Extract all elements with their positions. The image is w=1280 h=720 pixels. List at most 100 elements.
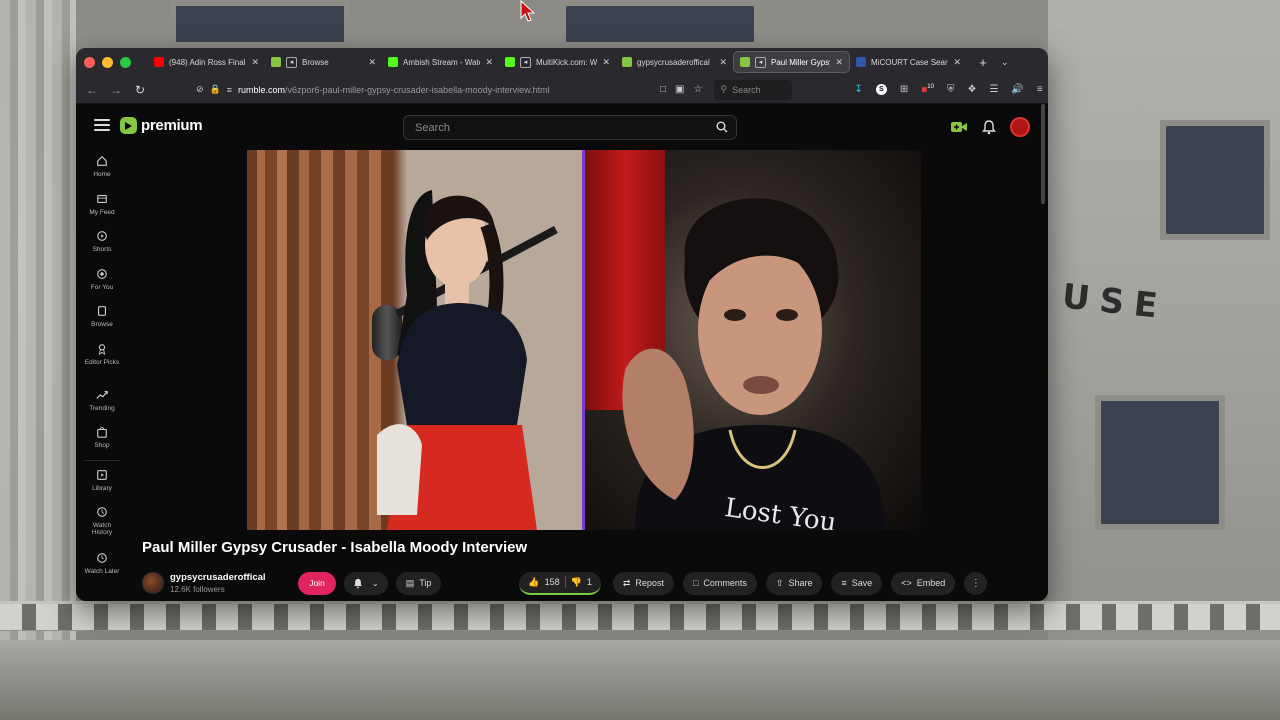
rumble-play-icon <box>120 117 137 134</box>
sliders-icon[interactable]: ☰ <box>989 84 998 95</box>
hamburger-menu-icon[interactable] <box>94 119 110 131</box>
history-icon <box>97 507 107 517</box>
close-tab-icon[interactable]: ✕ <box>602 57 610 68</box>
channel-name[interactable]: gypsycrusaderoffical <box>170 572 298 583</box>
thumbs-up-icon[interactable]: 👍 <box>528 577 539 588</box>
rumble-search-input[interactable]: Search <box>403 115 737 140</box>
video-right-frame: Lost You <box>585 150 921 530</box>
editor-picks-icon <box>98 343 106 355</box>
back-button[interactable]: ← <box>80 83 104 97</box>
multikick-icon <box>505 57 515 67</box>
close-tab-icon[interactable]: ✕ <box>835 57 843 68</box>
sidebar-item-my-feed[interactable]: My Feed <box>76 187 128 225</box>
menu-icon[interactable]: ≡ <box>1037 84 1043 95</box>
tip-button[interactable]: ▤ Tip <box>395 571 442 595</box>
thumbs-down-icon[interactable]: 👎 <box>571 577 582 588</box>
browser-tab[interactable]: MiCOURT Case Search ✕ <box>850 51 967 73</box>
speaker-icon[interactable]: 🔊 <box>1011 84 1023 95</box>
user-avatar[interactable] <box>1010 117 1030 137</box>
lock-icon[interactable]: 🔒 <box>210 84 221 95</box>
minimize-window-button[interactable] <box>102 56 113 68</box>
sidebar-item-editor-picks[interactable]: Editor Picks <box>76 337 128 383</box>
embed-button[interactable]: <> Embed <box>891 571 956 595</box>
dislike-count: 1 <box>586 577 592 587</box>
close-tab-icon[interactable]: ✕ <box>485 57 493 68</box>
sidebar-item-library[interactable]: Library <box>76 463 128 501</box>
maximize-window-button[interactable] <box>120 56 131 68</box>
browser-tab[interactable]: (948) Adin Ross Finall ✕ <box>148 51 265 73</box>
sidebar-item-watch-history[interactable]: Watch History <box>76 500 128 546</box>
tab-speaker-icon[interactable]: ◂ <box>286 56 297 68</box>
browser-tab[interactable]: ◂ MultiKick.com: Wa ✕ <box>499 51 616 73</box>
extensions-puzzle-icon[interactable]: ❖ <box>967 84 976 95</box>
browser-tab[interactable]: Ambish Stream - Watc ✕ <box>382 51 499 73</box>
tab-list-chevron-icon[interactable]: ⌄ <box>1001 57 1009 68</box>
new-tab-button[interactable]: + <box>973 55 993 70</box>
sidebar-item-shorts[interactable]: Shorts <box>76 224 128 262</box>
browser-search-input[interactable]: ⚲ Search <box>714 79 793 100</box>
extension-s-icon[interactable]: S <box>875 83 887 95</box>
close-tab-icon[interactable]: ✕ <box>719 57 727 68</box>
sidebar-item-label: Trending <box>89 404 115 412</box>
sidebar-item-browse[interactable]: Browse <box>76 299 128 337</box>
search-icon[interactable] <box>716 121 728 133</box>
notify-button[interactable]: ⌄ <box>344 571 388 595</box>
sidebar-item-trending[interactable]: Trending <box>76 383 128 421</box>
rumble-icon <box>622 57 632 67</box>
sidebar-item-for-you[interactable]: For You <box>76 262 128 300</box>
share-label: Share <box>788 578 813 588</box>
reader-view-icon[interactable]: □ <box>660 84 666 95</box>
sidebar-item-label: My Feed <box>89 208 115 216</box>
sidebar-item-label: For You <box>90 283 114 291</box>
repost-button[interactable]: ⇄ Repost <box>612 571 674 595</box>
download-icon[interactable]: ↧ <box>854 84 862 95</box>
reload-button[interactable]: ↻ <box>128 83 152 97</box>
save-playlist-icon: ≡ <box>841 578 847 588</box>
window-controls <box>76 56 148 68</box>
rumble-icon <box>271 57 281 67</box>
close-window-button[interactable] <box>84 56 95 68</box>
share-button[interactable]: ⇧ Share <box>765 571 823 595</box>
sidebar-item-home[interactable]: Home <box>76 149 128 187</box>
channel-info: gypsycrusaderoffical 12.6K followers <box>170 572 298 594</box>
video-player[interactable]: Lost You <box>247 150 921 530</box>
tip-icon: ▤ <box>405 577 415 588</box>
tab-title: Browse <box>302 57 329 67</box>
picture-in-picture-icon[interactable]: ▣ <box>675 84 684 95</box>
channel-avatar[interactable] <box>142 572 164 594</box>
extension-red-icon[interactable]: ■10 <box>921 84 934 95</box>
upload-camera-icon[interactable] <box>951 121 968 133</box>
browser-tab[interactable]: gypsycrusaderoffical ✕ <box>616 51 733 73</box>
rumble-search-placeholder: Search <box>415 121 450 134</box>
nav-bar: ← → ↻ ⊘ 🔒 ≡ rumble.com/v6zpor6-paul-mill… <box>76 76 1048 104</box>
tab-speaker-icon[interactable]: ◂ <box>520 56 531 68</box>
crop-icon[interactable]: ⊞ <box>900 84 908 95</box>
close-tab-icon[interactable]: ✕ <box>953 57 961 68</box>
sidebar-item-watch-later[interactable]: Watch Later <box>76 546 128 592</box>
shield-icon[interactable]: ⛨ <box>947 84 955 95</box>
tab-title: MiCOURT Case Search <box>871 57 949 67</box>
notifications-bell-icon[interactable] <box>982 119 996 135</box>
tab-title: Ambish Stream - Watc <box>403 57 481 67</box>
browser-tab[interactable]: ◂ Browse ✕ <box>265 51 382 73</box>
sidebar-item-shop[interactable]: Shop <box>76 420 128 458</box>
video-left-frame <box>247 150 582 530</box>
sidebar-item-label: Browse <box>91 321 113 328</box>
tracking-protection-icon[interactable]: ⊘ <box>196 84 204 95</box>
comments-button[interactable]: □ Comments <box>682 571 757 595</box>
forward-button[interactable]: → <box>104 83 128 97</box>
extension-badge-count: 10 <box>927 83 934 90</box>
join-button[interactable]: Join <box>298 571 336 595</box>
more-options-button[interactable]: ⋮ <box>964 571 988 595</box>
site-permissions-icon[interactable]: ≡ <box>227 85 232 95</box>
rumble-logo[interactable]: premium <box>120 117 203 134</box>
close-tab-icon[interactable]: ✕ <box>251 57 259 68</box>
browser-tab[interactable]: ◂ Paul Miller Gypsy ✕ <box>733 51 850 73</box>
bookmark-star-icon[interactable]: ☆ <box>694 84 703 95</box>
mouse-cursor-icon <box>520 0 536 22</box>
sidebar-item-label: Home <box>93 171 111 178</box>
close-tab-icon[interactable]: ✕ <box>368 57 376 68</box>
url-bar[interactable]: ⊘ 🔒 ≡ rumble.com/v6zpor6-paul-miller-gyp… <box>196 79 652 101</box>
save-button[interactable]: ≡ Save <box>831 571 883 595</box>
tab-speaker-icon[interactable]: ◂ <box>755 56 766 68</box>
